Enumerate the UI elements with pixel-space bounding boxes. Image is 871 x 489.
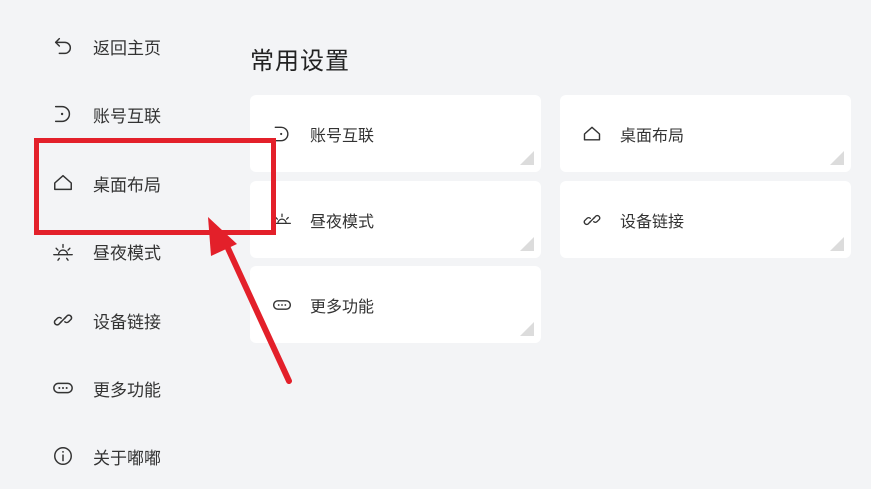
sidebar-item-about[interactable]: 关于嘟嘟 [52,441,161,471]
sidebar-item-label: 昼夜模式 [93,243,161,264]
sidebar-item-account-link[interactable]: 账号互联 [52,99,161,129]
card-day-night-mode[interactable]: 昼夜模式 [250,181,541,258]
sun-icon [52,240,74,262]
card-label: 昼夜模式 [310,211,375,231]
corner-mark [520,322,534,336]
more-icon [52,377,74,399]
sidebar-item-day-night-mode[interactable]: 昼夜模式 [52,236,161,266]
corner-mark [830,237,844,251]
info-icon [52,445,74,467]
sidebar: 返回主页 账号互联 桌面布局 昼夜模式 设备链接 更多功能 关于嘟嘟 [0,0,230,489]
link-icon [582,210,602,230]
account-link-icon [272,124,292,144]
sidebar-item-desktop-layout[interactable]: 桌面布局 [52,168,161,198]
sidebar-item-label: 更多功能 [93,380,161,401]
link-icon [52,309,74,331]
card-label: 桌面布局 [620,125,685,145]
card-label: 账号互联 [310,125,375,145]
card-account-link[interactable]: 账号互联 [250,95,541,172]
card-more-features[interactable]: 更多功能 [250,266,541,343]
card-label: 更多功能 [310,296,375,316]
sun-icon [272,210,292,230]
home-icon [582,124,602,144]
sidebar-item-label: 关于嘟嘟 [93,448,161,469]
sidebar-item-label: 设备链接 [93,312,161,333]
sidebar-item-device-link[interactable]: 设备链接 [52,305,161,335]
sidebar-item-label: 账号互联 [93,106,161,127]
home-icon [52,172,74,194]
more-icon [272,295,292,315]
card-label: 设备链接 [620,211,685,231]
corner-mark [520,237,534,251]
sidebar-item-more-features[interactable]: 更多功能 [52,373,161,403]
card-device-link[interactable]: 设备链接 [560,181,851,258]
back-arrow-icon [52,35,74,57]
sidebar-item-back-home[interactable]: 返回主页 [52,31,161,61]
corner-mark [520,151,534,165]
page-title: 常用设置 [250,47,350,75]
account-link-icon [52,103,74,125]
corner-mark [830,151,844,165]
card-desktop-layout[interactable]: 桌面布局 [560,95,851,172]
sidebar-item-label: 返回主页 [93,38,161,59]
sidebar-item-label: 桌面布局 [93,175,161,196]
